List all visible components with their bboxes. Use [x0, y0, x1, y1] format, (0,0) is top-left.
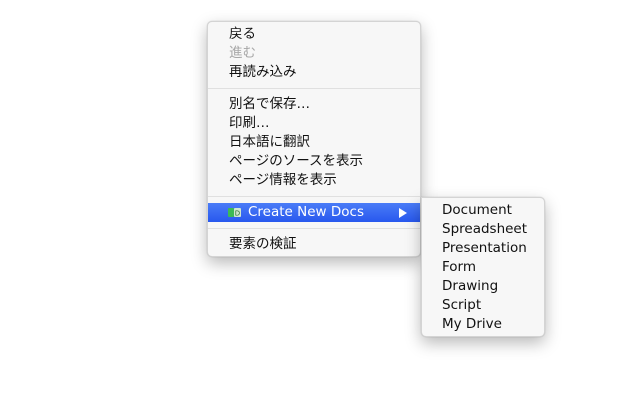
create-new-docs-label: Create New Docs — [248, 204, 364, 220]
create-new-docs-submenu: Document Spreadsheet Presentation Form D… — [421, 197, 545, 337]
menu-item-view-source[interactable]: ページのソースを表示 — [208, 152, 420, 171]
menu-item-reload[interactable]: 再読み込み — [208, 63, 420, 82]
menu-item-forward: 進む — [229, 45, 256, 61]
submenu-item-presentation[interactable]: Presentation — [422, 239, 544, 258]
submenu-arrow-icon — [399, 208, 407, 218]
menu-separator — [208, 196, 420, 197]
menu-item-back[interactable]: 戻る — [208, 25, 420, 44]
menu-item-page-info[interactable]: ページ情報を表示 — [208, 171, 420, 190]
submenu-item-form[interactable]: Form — [422, 258, 544, 277]
menu-separator — [208, 88, 420, 89]
menu-item-create-new-docs[interactable]: D Create New Docs — [208, 203, 420, 222]
submenu-item-script[interactable]: Script — [422, 296, 544, 315]
context-menu: 戻る 進む 再読み込み 別名で保存… 印刷… 日本語に翻訳 ページのソースを表示… — [207, 21, 421, 257]
menu-item-translate[interactable]: 日本語に翻訳 — [208, 133, 420, 152]
menu-item-save-as[interactable]: 別名で保存… — [208, 95, 420, 114]
menu-separator — [208, 228, 420, 229]
menu-item-print[interactable]: 印刷… — [208, 114, 420, 133]
submenu-item-spreadsheet[interactable]: Spreadsheet — [422, 220, 544, 239]
screen: 戻る 進む 再読み込み 別名で保存… 印刷… 日本語に翻訳 ページのソースを表示… — [0, 0, 640, 400]
google-docs-icon: D — [228, 208, 241, 218]
svg-text:D: D — [235, 210, 240, 218]
submenu-item-document[interactable]: Document — [422, 201, 544, 220]
menu-item-inspect-element[interactable]: 要素の検証 — [208, 235, 420, 254]
submenu-item-my-drive[interactable]: My Drive — [422, 315, 544, 334]
submenu-item-drawing[interactable]: Drawing — [422, 277, 544, 296]
